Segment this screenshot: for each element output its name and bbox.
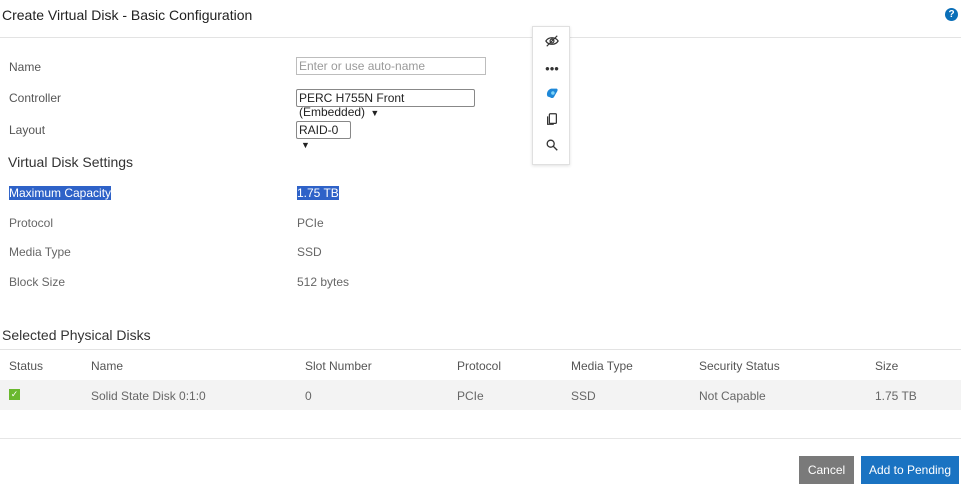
chevron-down-icon: ▼ xyxy=(370,108,380,118)
table-row[interactable]: ✓ Solid State Disk 0:1:0 0 PCIe SSD Not … xyxy=(0,380,961,410)
dialog-title: Create Virtual Disk - Basic Configuratio… xyxy=(2,7,253,23)
chevron-down-icon: ▼ xyxy=(301,140,310,150)
disk-name: Solid State Disk 0:1:0 xyxy=(91,389,206,403)
floating-toolbar: ••• xyxy=(532,26,570,165)
help-icon[interactable]: ? xyxy=(945,8,958,21)
column-status[interactable]: Status xyxy=(9,359,43,373)
column-name[interactable]: Name xyxy=(91,359,123,373)
disks-table-header: Status Name Slot Number Protocol Media T… xyxy=(0,349,961,379)
controller-select[interactable]: PERC H755N Front (Embedded) ▼ xyxy=(296,89,475,119)
protocol-label: Protocol xyxy=(9,216,54,230)
virtual-disk-settings-title: Virtual Disk Settings xyxy=(8,154,134,170)
disk-protocol: PCIe xyxy=(457,389,484,403)
search-icon[interactable] xyxy=(542,138,562,156)
layout-label: Layout xyxy=(9,123,46,137)
eye-off-icon[interactable] xyxy=(542,34,562,52)
block-size-value: 512 bytes xyxy=(297,275,350,289)
more-icon[interactable]: ••• xyxy=(542,60,562,78)
layout-select-value: RAID-0 xyxy=(299,123,339,137)
disk-media-type: SSD xyxy=(571,389,596,403)
copy-icon[interactable] xyxy=(542,112,562,130)
controller-label: Controller xyxy=(9,91,62,105)
dialog-header: Create Virtual Disk - Basic Configuratio… xyxy=(0,0,961,38)
name-input[interactable] xyxy=(296,57,486,75)
max-capacity-value-text: 1.75 TB xyxy=(297,186,339,200)
protocol-value: PCIe xyxy=(297,216,324,230)
column-protocol[interactable]: Protocol xyxy=(457,359,501,373)
selected-physical-disks-title: Selected Physical Disks xyxy=(2,327,151,343)
media-type-label: Media Type xyxy=(9,245,71,259)
copilot-icon[interactable] xyxy=(542,86,562,104)
name-label: Name xyxy=(9,60,42,74)
column-media-type[interactable]: Media Type xyxy=(571,359,633,373)
controller-select-value: PERC H755N Front (Embedded) xyxy=(299,91,405,119)
footer-divider xyxy=(0,438,961,439)
column-slot-number[interactable]: Slot Number xyxy=(305,359,372,373)
cancel-button[interactable]: Cancel xyxy=(799,456,854,484)
disk-security-status: Not Capable xyxy=(699,389,766,403)
max-capacity-label-text: Maximum Capacity xyxy=(9,186,112,200)
disk-slot: 0 xyxy=(305,389,312,403)
disk-size: 1.75 TB xyxy=(875,389,917,403)
column-size[interactable]: Size xyxy=(875,359,898,373)
status-ok-icon: ✓ xyxy=(9,389,20,400)
layout-select[interactable]: RAID-0 ▼ xyxy=(296,121,351,150)
media-type-value: SSD xyxy=(297,245,322,259)
max-capacity-value: 1.75 TB xyxy=(297,186,339,200)
add-to-pending-button[interactable]: Add to Pending xyxy=(861,456,959,484)
max-capacity-label: Maximum Capacity xyxy=(9,186,112,200)
column-security-status[interactable]: Security Status xyxy=(699,359,780,373)
block-size-label: Block Size xyxy=(9,275,66,289)
